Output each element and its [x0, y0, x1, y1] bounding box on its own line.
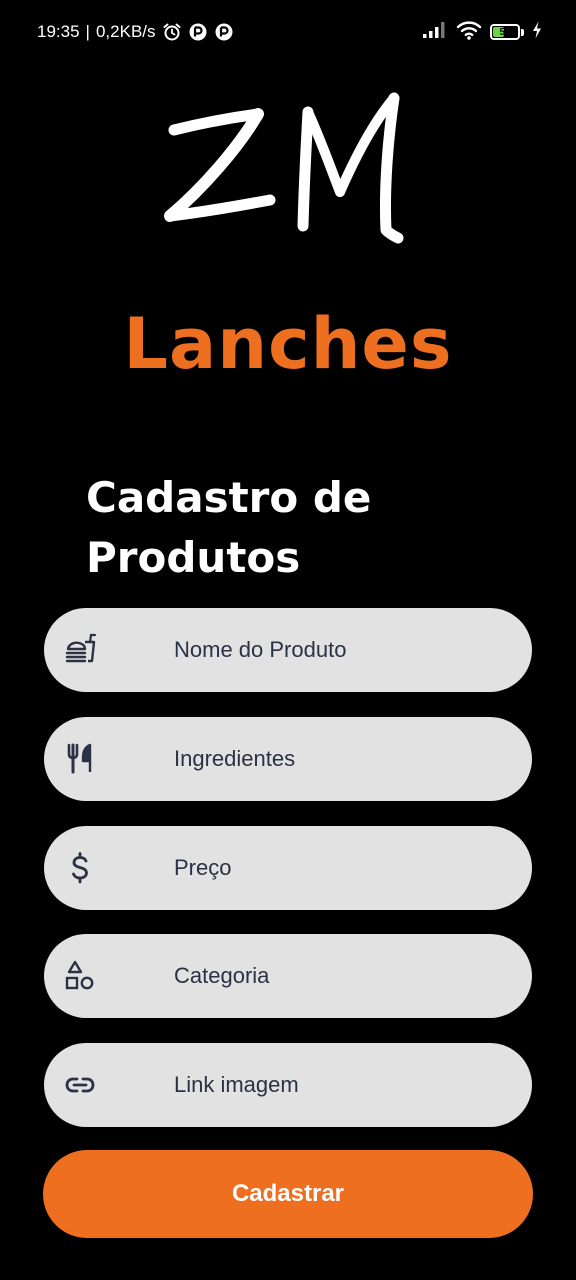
- status-right: 50: [422, 20, 542, 44]
- category-field[interactable]: [44, 934, 532, 1018]
- charging-icon: [532, 21, 542, 43]
- battery-icon: 50: [490, 24, 524, 40]
- status-time: 19:35: [37, 22, 80, 41]
- page-title: Cadastro de Produtos: [86, 473, 372, 582]
- restaurant-icon: [62, 741, 98, 777]
- status-network-speed: 0,2KB/s: [95, 22, 156, 41]
- brand-name: Lanches: [123, 303, 453, 385]
- app-notification-icon: [214, 22, 234, 42]
- image-link-input[interactable]: [174, 1063, 514, 1107]
- ingredients-input[interactable]: [174, 737, 514, 781]
- link-icon: [62, 1067, 98, 1103]
- status-separator: |: [85, 22, 90, 41]
- battery-level: 50: [499, 26, 511, 38]
- category-icon: [62, 958, 98, 994]
- fastfood-icon: [62, 632, 98, 668]
- price-input[interactable]: [174, 846, 514, 890]
- image-link-field[interactable]: [44, 1043, 532, 1127]
- battery: 50: [490, 24, 520, 40]
- product-name-field[interactable]: [44, 608, 532, 692]
- wifi-icon: [456, 20, 482, 44]
- status-bar: 19:35 | 0,2KB/s 50: [0, 0, 576, 64]
- product-name-input[interactable]: [174, 628, 514, 672]
- submit-button[interactable]: Cadastrar: [43, 1150, 533, 1238]
- alarm-icon: [162, 22, 182, 42]
- category-input[interactable]: [174, 954, 514, 998]
- signal-icon: [422, 21, 448, 43]
- price-field[interactable]: [44, 826, 532, 910]
- ingredients-field[interactable]: [44, 717, 532, 801]
- status-left: 19:35 | 0,2KB/s: [37, 20, 234, 44]
- battery-tip: [521, 28, 524, 36]
- app-notification-icon: [188, 22, 208, 42]
- dollar-icon: [62, 850, 98, 886]
- brand-logo: [158, 88, 408, 248]
